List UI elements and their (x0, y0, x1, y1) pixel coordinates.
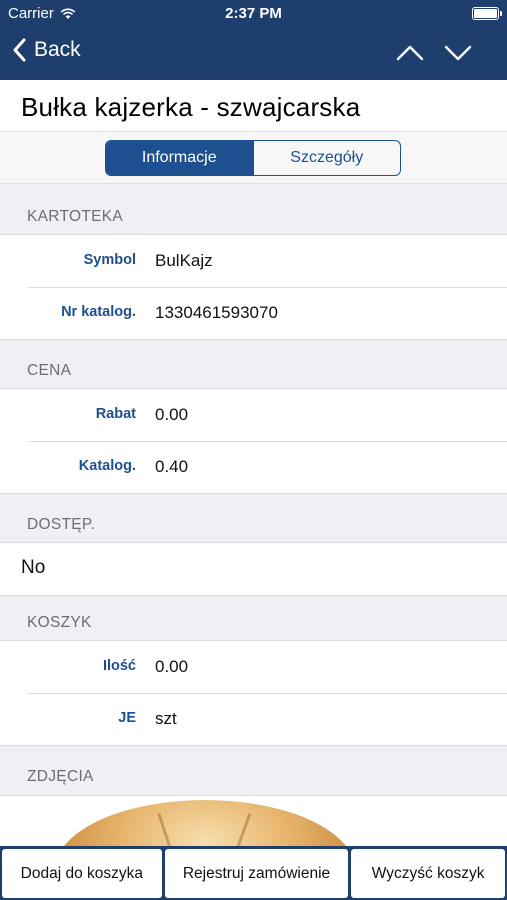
clear-cart-button[interactable]: Wyczyść koszyk (351, 849, 505, 898)
clock: 2:37 PM (225, 5, 282, 22)
field-label: Ilość (102, 658, 136, 674)
nav-controls: Back (0, 28, 507, 80)
group-koszyk: Ilość 0.00 JE szt (0, 640, 507, 746)
group-cena: Rabat 0.00 Katalog. 0.40 (0, 388, 507, 494)
tab-informacje[interactable]: Informacje (106, 141, 253, 175)
field-label: Nr katalog. (61, 304, 136, 320)
field-label: Symbol (83, 252, 136, 268)
field-label: Katalog. (78, 458, 136, 474)
add-to-cart-button[interactable]: Dodaj do koszyka (2, 849, 162, 898)
row-je: JE szt (0, 693, 507, 745)
status-bar: Carrier 2:37 PM (0, 0, 507, 28)
tab-szczegoly[interactable]: Szczegóły (252, 141, 401, 175)
section-header-zdjecia: ZDJĘCIA (27, 768, 94, 785)
back-chevron-icon (13, 38, 26, 62)
battery-icon (472, 7, 502, 20)
row-rabat: Rabat 0.00 (0, 389, 507, 441)
row-katalog: Katalog. 0.40 (0, 441, 507, 493)
section-header-dostep: DOSTĘP. (27, 516, 96, 533)
row-dostep: No (0, 543, 507, 595)
field-value: 0.00 (155, 657, 189, 676)
field-value: 1330461593070 (155, 303, 278, 322)
segmented-control: Informacje Szczegóły (105, 140, 401, 176)
back-label: Back (34, 38, 81, 61)
section-header-koszyk: KOSZYK (27, 614, 92, 631)
row-nr-katalog: Nr katalog. 1330461593070 (0, 287, 507, 339)
field-value: 0.40 (155, 457, 189, 476)
segment-bar: Informacje Szczegóły (0, 132, 507, 184)
chevron-down-icon[interactable] (443, 40, 473, 66)
section-header-cena: CENA (27, 362, 72, 379)
product-title-bar: Bułka kajzerka - szwajcarska (0, 80, 507, 132)
navigation-bar: Carrier 2:37 PM Back (0, 0, 507, 80)
field-value: BulKajz (155, 251, 213, 270)
back-button[interactable]: Back (12, 38, 81, 62)
group-dostep: No (0, 542, 507, 596)
field-value: szt (155, 709, 177, 728)
chevron-up-icon[interactable] (395, 40, 425, 66)
product-title: Bułka kajzerka - szwajcarska (21, 92, 361, 122)
action-bar: Dodaj do koszyka Rejestruj zamówienie Wy… (0, 846, 507, 900)
row-ilosc[interactable]: Ilość 0.00 (0, 641, 507, 693)
section-header-kartoteka: KARTOTEKA (27, 208, 124, 225)
availability-value: No (21, 557, 46, 578)
field-label: JE (118, 710, 136, 726)
field-label: Rabat (95, 406, 136, 422)
group-kartoteka: Symbol BulKajz Nr katalog. 1330461593070 (0, 234, 507, 340)
row-symbol: Symbol BulKajz (0, 235, 507, 287)
register-order-button[interactable]: Rejestruj zamówienie (164, 849, 349, 898)
field-value: 0.00 (155, 405, 189, 424)
